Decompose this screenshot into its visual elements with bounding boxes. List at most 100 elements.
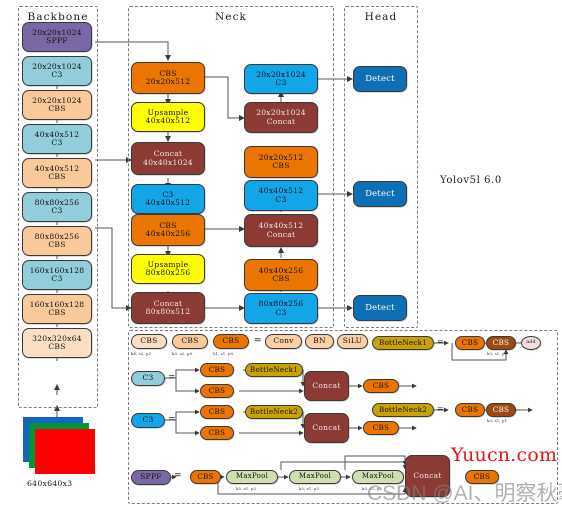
neck-left-cbs-20x20x512[interactable]: CBS 20x20x512 (131, 62, 205, 94)
legend-sppf-maxpool-1-annotation: k5, s1, p2 (236, 486, 257, 491)
legend-bn2-cbs-2[interactable]: CBS (486, 403, 516, 417)
neck-right-concat-20x20x1024[interactable]: 20x20x1024 Concat (244, 102, 318, 133)
input-image-label: 640x640x3 (27, 479, 73, 488)
legend-c3-light-concat[interactable]: Concat (304, 371, 349, 401)
block-line-1: add (526, 340, 536, 346)
head-detect-2[interactable]: Detect (353, 181, 407, 207)
block-line-2: CBS (48, 308, 66, 317)
block-line-1: CBS (372, 380, 390, 390)
backbone-block-c3-40[interactable]: 40x40x512 C3 (22, 124, 92, 154)
block-line-1: BottleNeck2 (249, 406, 299, 416)
legend-c3-bright-equals: = (168, 415, 176, 425)
neck-left-cbs-40x40x256[interactable]: CBS 40x40x256 (131, 214, 205, 246)
legend-c3-light-out-cbs[interactable]: CBS (363, 379, 399, 393)
neck-right-c3-80x80x256[interactable]: 80x80x256 C3 (244, 293, 318, 324)
block-line-2: CBS (272, 161, 290, 170)
neck-right-cbs-40x40x256[interactable]: 40x40x256 CBS (244, 259, 318, 291)
legend-c3-bright[interactable]: C3 (131, 413, 165, 428)
block-line-1: CBS (492, 404, 510, 414)
block-line-2: C3 (51, 206, 63, 215)
neck-left-concat-40x40x1024[interactable]: Concat 40x40x1024 (131, 142, 205, 175)
legend-silu[interactable]: SiLU (337, 334, 368, 349)
backbone-block-cbs-40[interactable]: 40x40x512 CBS (22, 158, 92, 188)
block-line-1: Concat (312, 380, 341, 390)
block-line-2: C3 (275, 78, 287, 87)
legend-c3-light[interactable]: C3 (131, 371, 165, 386)
legend-sppf-maxpool-2-annotation: k5, s1, p2 (299, 486, 320, 491)
legend-bottleneck1[interactable]: BottleNeck1 (372, 336, 434, 350)
block-line-1: Detect (365, 188, 395, 199)
backbone-block-sppf[interactable]: 20x20x1024 SPPF (22, 22, 92, 52)
block-line-2: SPPF (46, 36, 68, 45)
legend-c3-bright-concat[interactable]: Concat (304, 413, 349, 443)
block-line-2: CBS (272, 274, 290, 283)
legend-c3-bright-out-cbs[interactable]: CBS (363, 421, 399, 435)
legend-c3-bright-bottleneck2[interactable]: BottleNeck2 (245, 405, 303, 419)
group-head-title: Head (364, 11, 398, 23)
diagram-canvas: Backbone Neck Head Yolov5l 6.0 20x20x102… (0, 0, 562, 510)
watermark-gray: CSDN @AI、明察秋毫 (367, 482, 562, 505)
neck-left-c3-40x40x512[interactable]: C3 40x40x512 (131, 184, 205, 214)
legend-cbs-k1-annotation: k1, s1, p0 (213, 351, 234, 356)
legend-cbs-equals: = (254, 336, 262, 346)
legend-c3-light-cbs-bottom[interactable]: CBS (200, 384, 234, 398)
neck-right-concat-40x40x512[interactable]: 40x40x512 Concat (244, 214, 318, 247)
block-line-2: Concat (266, 116, 296, 126)
head-detect-1[interactable]: Detect (353, 66, 407, 92)
legend-conv[interactable]: Conv (265, 334, 302, 349)
backbone-block-c3-80[interactable]: 80x80x256 C3 (22, 192, 92, 222)
legend-c3-bright-cbs-top[interactable]: CBS (200, 405, 234, 419)
block-line-1: Detect (365, 302, 395, 313)
legend-cbs-k3[interactable]: CBS (172, 334, 208, 349)
neck-right-c3-20x20x1024[interactable]: 20x20x1024 C3 (244, 64, 318, 94)
block-line-2: 40x40x512 (145, 116, 191, 125)
watermark-red: Yuucn.com (451, 444, 558, 466)
block-line-2: 40x40x512 (145, 198, 191, 207)
backbone-block-cbs-20[interactable]: 20x20x1024 CBS (22, 90, 92, 120)
block-line-2: Concat (266, 229, 296, 239)
block-line-2: 40x40x256 (145, 229, 191, 238)
block-line-2: C3 (51, 70, 63, 79)
neck-left-upsample-40x40x512[interactable]: Upsample 40x40x512 (131, 102, 205, 132)
block-line-1: BottleNeck1 (249, 364, 299, 374)
legend-bottleneck2[interactable]: BottleNeck2 (372, 403, 434, 417)
group-head: Head (344, 6, 418, 328)
legend-c3-light-bottleneck1[interactable]: BottleNeck1 (245, 363, 303, 377)
neck-right-cbs-20x20x512[interactable]: 20x20x512 CBS (244, 146, 318, 178)
legend-c3-bright-cbs-bottom[interactable]: CBS (200, 426, 234, 440)
block-line-1: CBS (208, 427, 226, 437)
block-line-1: CBS (222, 336, 240, 346)
backbone-block-c3-20[interactable]: 20x20x1024 C3 (22, 56, 92, 86)
legend-cbs-k6-annotation: k6, s2, p2 (131, 351, 152, 356)
legend-bn1-cbs-2[interactable]: CBS (486, 336, 516, 350)
backbone-block-cbs-320[interactable]: 320x320x64 CBS (22, 328, 92, 358)
legend-bn2-cbs-1[interactable]: CBS (455, 403, 485, 417)
block-line-1: BN (313, 336, 326, 346)
legend-sppf[interactable]: SPPF (131, 470, 171, 485)
legend-sppf-equals: = (174, 471, 182, 481)
input-image-sheet-red (35, 429, 95, 474)
legend-c3-light-cbs-top[interactable]: CBS (200, 363, 234, 377)
legend-bn1-add-op[interactable]: add (521, 336, 541, 350)
backbone-block-cbs-80[interactable]: 80x80x256 CBS (22, 226, 92, 256)
legend-sppf-cbs[interactable]: CBS (190, 470, 221, 484)
neck-right-c3-40x40x512[interactable]: 40x40x512 C3 (244, 180, 318, 211)
head-detect-3[interactable]: Detect (353, 295, 407, 321)
legend-cbs-k1[interactable]: CBS (213, 334, 249, 349)
legend-bn[interactable]: BN (305, 334, 334, 349)
backbone-block-cbs-160[interactable]: 160x160x128 CBS (22, 294, 92, 324)
neck-left-upsample-80x80x256[interactable]: Upsample 80x80x256 (131, 254, 205, 284)
block-line-2: 80x80x512 (145, 307, 191, 316)
group-neck-title: Neck (214, 11, 248, 23)
block-line-1: C3 (142, 373, 154, 383)
legend-cbs-k6[interactable]: CBS (131, 334, 167, 349)
block-line-1: CBS (197, 471, 214, 481)
backbone-block-c3-160[interactable]: 160x160x128 C3 (22, 260, 92, 290)
block-line-2: C3 (51, 138, 63, 147)
legend-sppf-maxpool-2[interactable]: MaxPool (289, 470, 341, 484)
block-line-1: BottleNeck2 (378, 404, 428, 414)
legend-bn1-cbs-1[interactable]: CBS (455, 336, 485, 350)
neck-left-concat-80x80x512[interactable]: Concat 80x80x512 (131, 292, 205, 324)
legend-sppf-maxpool-1[interactable]: MaxPool (226, 470, 278, 484)
block-line-1: CBS (208, 385, 226, 395)
